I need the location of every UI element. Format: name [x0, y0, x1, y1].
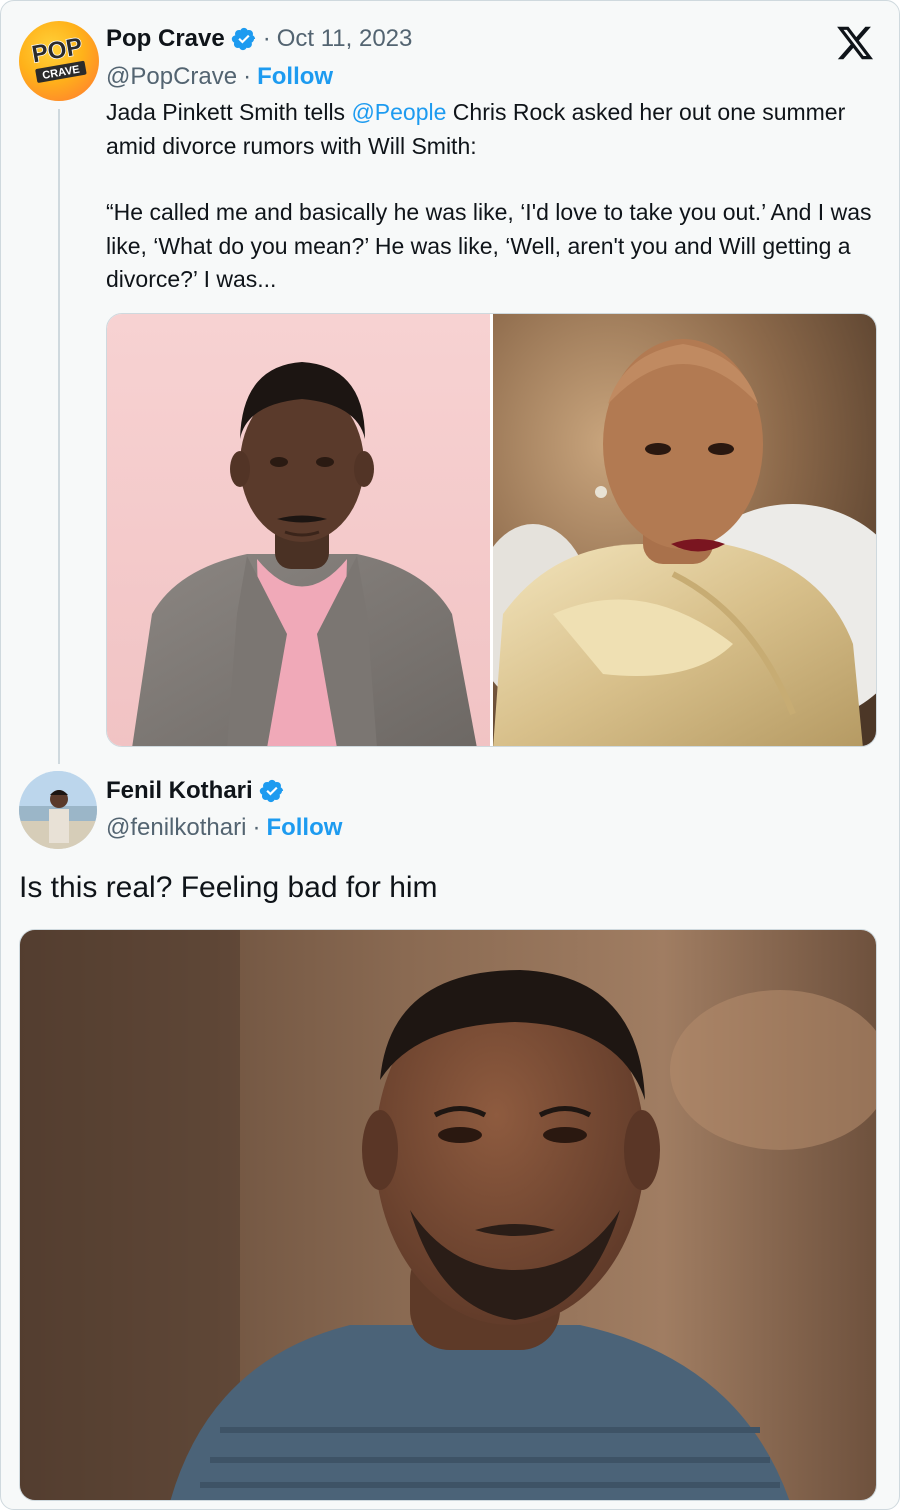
- author-name[interactable]: Fenil Kothari: [106, 777, 253, 805]
- photo-man-portrait: [107, 314, 490, 746]
- reply-tweet-header: Fenil Kothari: [106, 777, 285, 805]
- quoted-tweet-subheader: @PopCrave · Follow: [106, 63, 333, 91]
- media-photo-right[interactable]: [493, 314, 876, 746]
- pop-crave-avatar[interactable]: POP CRAVE: [19, 21, 99, 101]
- quoted-tweet-body: Jada Pinkett Smith tells @People Chris R…: [106, 96, 881, 297]
- author-name[interactable]: Pop Crave: [106, 25, 225, 53]
- follow-button[interactable]: Follow: [266, 814, 342, 842]
- quoted-tweet-media-grid: [106, 313, 877, 747]
- separator-dot: ·: [262, 25, 271, 52]
- quoted-tweet-header: Pop Crave · Oct 11, 2023: [106, 25, 412, 53]
- author-handle[interactable]: @PopCrave: [106, 63, 237, 91]
- photo-woman-portrait: [493, 314, 876, 746]
- separator-dot: ·: [243, 63, 252, 90]
- reply-tweet-body: Is this real? Feeling bad for him: [19, 871, 438, 904]
- avatar-photo: [19, 771, 97, 849]
- tweet-date[interactable]: Oct 11, 2023: [277, 25, 413, 53]
- author-handle[interactable]: @fenilkothari: [106, 814, 246, 842]
- reply-tweet-media[interactable]: [19, 929, 877, 1501]
- mention-link[interactable]: @People: [351, 99, 446, 125]
- reply-tweet-subheader: @fenilkothari · Follow: [106, 814, 342, 842]
- embedded-tweet-card: POP CRAVE Pop Crave · Oct 11, 2023 @PopC…: [0, 0, 900, 1510]
- avatar-logo-text-bottom: CRAVE: [41, 64, 80, 82]
- thread-connector-line: [58, 109, 60, 764]
- quoted-tweet-paragraph: Jada Pinkett Smith tells @People Chris R…: [106, 96, 881, 163]
- pop-crave-logo-icon: POP CRAVE: [29, 32, 87, 83]
- tweet-text-segment: Jada Pinkett Smith tells: [106, 99, 352, 125]
- verified-badge-icon: [259, 779, 283, 803]
- follow-button[interactable]: Follow: [257, 63, 333, 91]
- separator-dot: ·: [252, 814, 261, 841]
- verified-badge-icon: [231, 27, 255, 51]
- quoted-tweet-quote: “He called me and basically he was like,…: [106, 199, 878, 292]
- photo-man-closeup: [20, 930, 876, 1500]
- x-logo-icon[interactable]: [835, 23, 875, 63]
- media-photo-left[interactable]: [107, 314, 490, 746]
- fenil-kothari-avatar[interactable]: [19, 771, 97, 849]
